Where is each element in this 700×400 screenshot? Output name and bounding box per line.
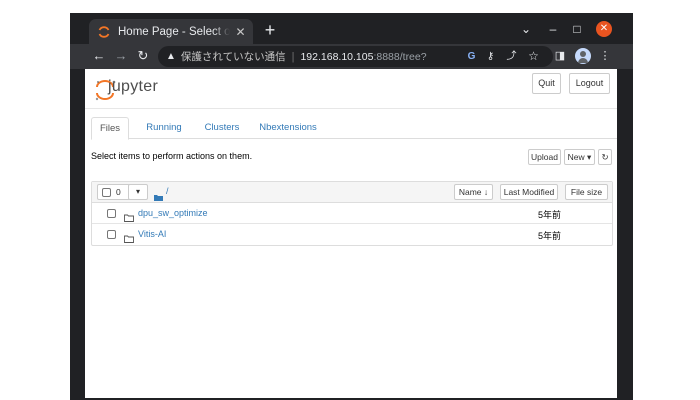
jupyter-favicon-icon: [97, 25, 111, 39]
item-name-link[interactable]: dpu_sw_optimize: [138, 208, 208, 218]
side-panel-icon[interactable]: ◨: [552, 48, 568, 64]
jupyter-page: jupyter Quit Logout Files Running Cluste…: [85, 69, 617, 398]
browser-toolbar: ← → ↻ ▲ 保護されていない通信 | 192.168.10.105 :888…: [70, 44, 633, 69]
instruction-text: Select items to perform actions on them.: [91, 151, 253, 161]
chrome-menu-icon[interactable]: ⋮: [597, 48, 613, 64]
share-icon[interactable]: ⤴: [504, 49, 519, 64]
item-checkbox[interactable]: [107, 230, 116, 239]
new-tab-button[interactable]: +: [260, 20, 280, 40]
breadcrumb-root[interactable]: /: [166, 186, 169, 196]
warning-icon[interactable]: ▲: [166, 51, 176, 62]
tab-search-icon[interactable]: ⌄: [516, 19, 536, 39]
maximize-icon[interactable]: □: [567, 19, 587, 39]
folder-icon: [154, 188, 163, 201]
address-separator: |: [291, 50, 295, 63]
url-path: :8888/tree?: [373, 50, 427, 63]
file-list-header: 0 ▾ / Name ↓ Last Modified File size: [92, 182, 612, 203]
item-modified: 5年前: [538, 210, 562, 220]
quit-button[interactable]: Quit: [532, 73, 561, 94]
reload-button[interactable]: ↻: [134, 47, 152, 65]
tab-clusters[interactable]: Clusters: [197, 117, 247, 139]
item-checkbox[interactable]: [107, 209, 116, 218]
new-dropdown-button[interactable]: New ▾: [564, 149, 595, 165]
tab-strip: Home Page - Select or create a notebook …: [70, 13, 633, 44]
browser-window: Home Page - Select or create a notebook …: [70, 13, 633, 400]
address-bar[interactable]: ▲ 保護されていない通信 | 192.168.10.105 :8888/tree…: [158, 46, 553, 67]
insecure-label: 保護されていない通信: [180, 51, 286, 63]
list-item[interactable]: dpu_sw_optimize 5年前: [92, 203, 612, 224]
upload-button[interactable]: Upload: [528, 149, 561, 165]
window-close-button[interactable]: ✕: [596, 21, 612, 37]
url-host: 192.168.10.105: [300, 50, 374, 63]
folder-icon: [124, 230, 134, 243]
tab-files[interactable]: Files: [91, 117, 129, 140]
google-translate-icon[interactable]: G: [464, 49, 479, 64]
item-modified: 5年前: [538, 231, 562, 241]
select-dropdown-button[interactable]: ▾: [128, 184, 148, 200]
browser-tab[interactable]: Home Page - Select or create a notebook …: [89, 19, 253, 44]
jupyter-logo[interactable]: jupyter: [93, 77, 203, 103]
file-list: 0 ▾ / Name ↓ Last Modified File size dpu…: [91, 181, 613, 246]
select-all-checkbox[interactable]: [102, 188, 111, 197]
list-item[interactable]: Vitis-AI 5年前: [92, 224, 612, 245]
item-name-link[interactable]: Vitis-AI: [138, 229, 166, 239]
folder-icon: [124, 209, 134, 222]
profile-avatar[interactable]: [575, 48, 591, 64]
refresh-icon[interactable]: ↻: [598, 149, 612, 165]
sort-last-modified-button[interactable]: Last Modified: [500, 184, 558, 200]
jupyter-tabs: Files Running Clusters Nbextensions: [91, 117, 617, 140]
jupyter-header: jupyter Quit Logout: [85, 69, 617, 109]
tab-nbextensions[interactable]: Nbextensions: [253, 117, 323, 139]
jupyter-logo-text: jupyter: [108, 78, 159, 95]
key-icon[interactable]: ⚷: [483, 49, 498, 64]
tab-running[interactable]: Running: [139, 117, 189, 139]
tab-title: Home Page - Select or create a notebook: [118, 25, 230, 38]
back-button[interactable]: ←: [90, 47, 108, 65]
bookmark-star-icon[interactable]: ☆: [526, 49, 541, 64]
selected-count: 0: [116, 187, 121, 197]
sort-file-size-button[interactable]: File size: [565, 184, 608, 200]
tab-close-icon[interactable]: ✕: [234, 25, 247, 39]
minimize-icon[interactable]: –: [543, 19, 563, 39]
logout-button[interactable]: Logout: [569, 73, 610, 94]
sort-name-button[interactable]: Name ↓: [454, 184, 493, 200]
forward-button[interactable]: →: [112, 47, 130, 65]
